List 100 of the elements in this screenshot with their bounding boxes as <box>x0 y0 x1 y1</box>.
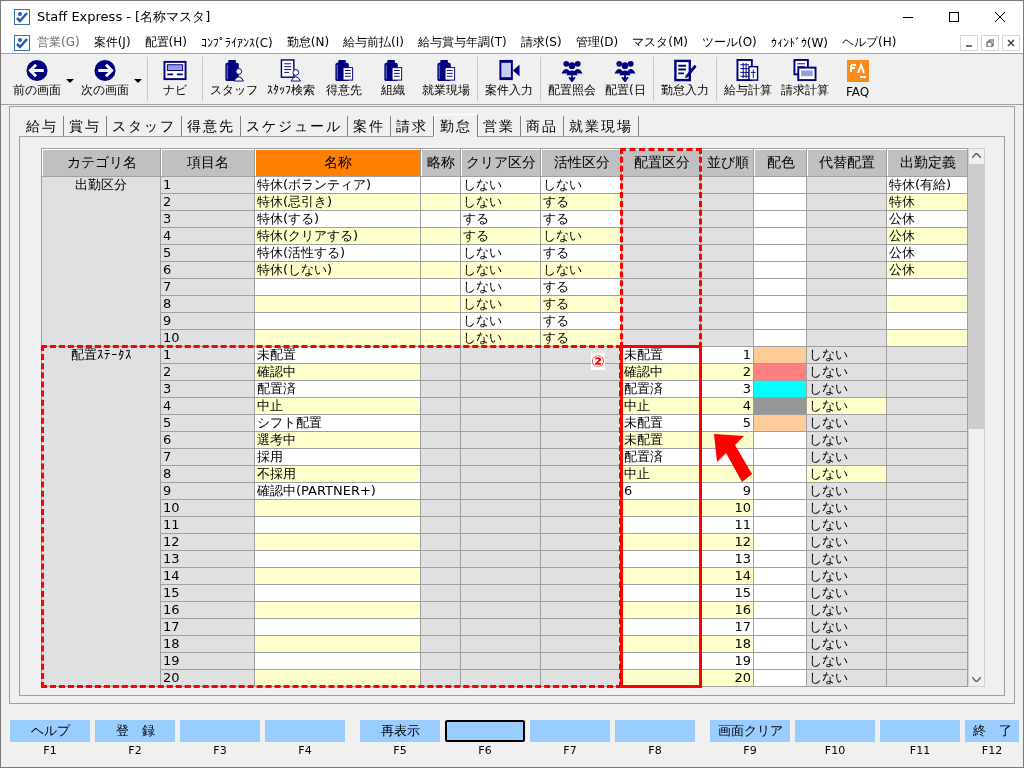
keyboard-panel-icon <box>163 59 187 82</box>
table-cell: 特休(する) <box>255 211 420 227</box>
table-cell: 15 <box>161 585 254 601</box>
table-cell: しない <box>807 483 886 499</box>
table-cell: 6 <box>622 483 700 499</box>
toolbar-button[interactable]: ｽﾀｯﾌ検索 <box>265 58 317 100</box>
table-cell: 中止 <box>622 466 700 482</box>
vertical-scrollbar[interactable] <box>968 148 985 687</box>
binder-person-icon <box>222 59 246 82</box>
toolbar-button[interactable]: 配置照会 <box>546 58 598 100</box>
table-cell: しない <box>807 500 886 516</box>
menu-item[interactable]: ｺﾝﾌﾟﾗｲｱﾝｽ(C) <box>193 35 280 50</box>
menu-item[interactable]: 給与賞与年調(T) <box>410 34 514 51</box>
calculator-icon <box>735 59 760 82</box>
function-key-button[interactable]: ヘルプ <box>10 720 90 742</box>
column-header[interactable]: カテゴリ名 <box>42 149 160 176</box>
table-cell: 1 <box>701 347 753 363</box>
function-key-button[interactable]: 画面クリア <box>710 720 790 742</box>
table-cell: 9 <box>161 313 254 329</box>
table-cell: 4 <box>701 398 753 414</box>
toolbar-button[interactable]: 請求計算 <box>778 58 831 100</box>
table-cell: 特休(活性する) <box>255 245 420 261</box>
category-cell: 出勤区分 <box>42 177 160 346</box>
table-cell: しない <box>807 347 886 363</box>
column-header[interactable]: クリア区分 <box>461 149 540 176</box>
toolbar-button[interactable]: 次の画面 <box>79 58 131 100</box>
column-header[interactable]: 代替配置 <box>807 149 886 176</box>
table-cell: 11 <box>701 517 753 533</box>
table-cell: 不採用 <box>255 466 420 482</box>
menu-item[interactable]: 案件(J) <box>86 34 138 51</box>
column-header[interactable]: 名称 <box>255 149 420 176</box>
toolbar-button[interactable]: 前の画面 <box>11 58 63 100</box>
toolbar-button[interactable]: FAQ <box>835 58 880 100</box>
toolbar-button[interactable]: 勤怠入力 <box>658 58 711 100</box>
column-header[interactable]: 活性区分 <box>541 149 621 176</box>
table-cell: 6 <box>161 262 254 278</box>
table-cell: 公休 <box>887 245 967 261</box>
column-header[interactable]: 項目名 <box>161 149 254 176</box>
caret-icon[interactable] <box>134 79 142 83</box>
faq-icon <box>845 59 870 83</box>
table-cell: 4 <box>161 398 254 414</box>
function-key-label: F2 <box>128 744 142 757</box>
document-arrow-icon <box>497 59 521 82</box>
function-key-label: F1 <box>43 744 57 757</box>
column-header[interactable]: 略称 <box>421 149 460 176</box>
function-key-button[interactable] <box>445 720 525 742</box>
table-cell: 3 <box>161 211 254 227</box>
menu-item[interactable]: ヘルプ(H) <box>835 34 904 51</box>
table-cell: 特休(しない) <box>255 262 420 278</box>
toolbar-button[interactable]: スタッフ <box>208 58 260 100</box>
screen-calculator-icon <box>792 59 817 82</box>
table-cell: する <box>541 245 621 261</box>
menu-item[interactable]: 管理(D) <box>568 34 626 51</box>
close-icon[interactable] <box>1007 38 1015 47</box>
toolbar-button[interactable]: 組織 <box>371 58 415 100</box>
table-cell: 選考中 <box>255 432 420 448</box>
binder-building-icon <box>332 59 356 82</box>
table-cell: する <box>541 194 621 210</box>
table-cell: 12 <box>701 534 753 550</box>
maximize-icon[interactable] <box>949 11 959 22</box>
function-key-label: F12 <box>981 744 1003 757</box>
table-cell: 6 <box>161 432 254 448</box>
scrollbar-thumb[interactable] <box>969 164 984 429</box>
table-cell: 17 <box>701 619 753 635</box>
toolbar-button[interactable]: ナビ <box>153 58 197 100</box>
table-cell: 7 <box>161 279 254 295</box>
toolbar-button[interactable]: 給与計算 <box>721 58 774 100</box>
table-cell: 特休(有給) <box>887 177 967 193</box>
table-cell: しない <box>807 466 886 482</box>
function-key-button[interactable]: 終 了 <box>965 720 1019 742</box>
table-cell: 20 <box>161 670 254 686</box>
restore-icon[interactable] <box>986 38 994 47</box>
menu-item[interactable]: 勤怠(N) <box>279 34 337 51</box>
toolbar-button[interactable]: 就業現場 <box>420 58 472 100</box>
toolbar-button[interactable]: 案件入力 <box>483 58 535 100</box>
column-header[interactable]: 配色 <box>754 149 806 176</box>
table-cell: 確認中 <box>255 364 420 380</box>
menu-item[interactable]: 請求(S) <box>513 34 569 51</box>
table-cell: 13 <box>161 551 254 567</box>
table-cell: 14 <box>161 568 254 584</box>
close-icon[interactable] <box>995 11 1005 22</box>
menu-item[interactable]: ツール(O) <box>695 34 764 51</box>
toolbar-button[interactable]: 得意先 <box>322 58 366 100</box>
table-cell: しない <box>807 364 886 380</box>
table-cell: 公休 <box>887 262 967 278</box>
menu-item[interactable]: ｳｨﾝﾄﾞｳ(W) <box>763 35 836 50</box>
table-cell: 5 <box>161 415 254 431</box>
column-header[interactable]: 並び順 <box>701 149 753 176</box>
menu-item[interactable]: 給与前払(I) <box>336 34 411 51</box>
column-header[interactable]: 出勤定義 <box>887 149 967 176</box>
table-cell: 19 <box>161 653 254 669</box>
function-key-button[interactable]: 登 録 <box>95 720 175 742</box>
function-key-button[interactable]: 再表示 <box>360 720 440 742</box>
menu-item[interactable]: マスタ(M) <box>625 34 695 51</box>
toolbar-button[interactable]: 配置(日 <box>603 58 648 100</box>
column-header[interactable]: 配置区分 <box>622 149 700 176</box>
menu-item[interactable]: 配置(H) <box>137 34 194 51</box>
caret-icon[interactable] <box>66 79 74 83</box>
table-cell: 配置済 <box>255 381 420 397</box>
tab[interactable]: 勤怠 <box>434 114 478 137</box>
